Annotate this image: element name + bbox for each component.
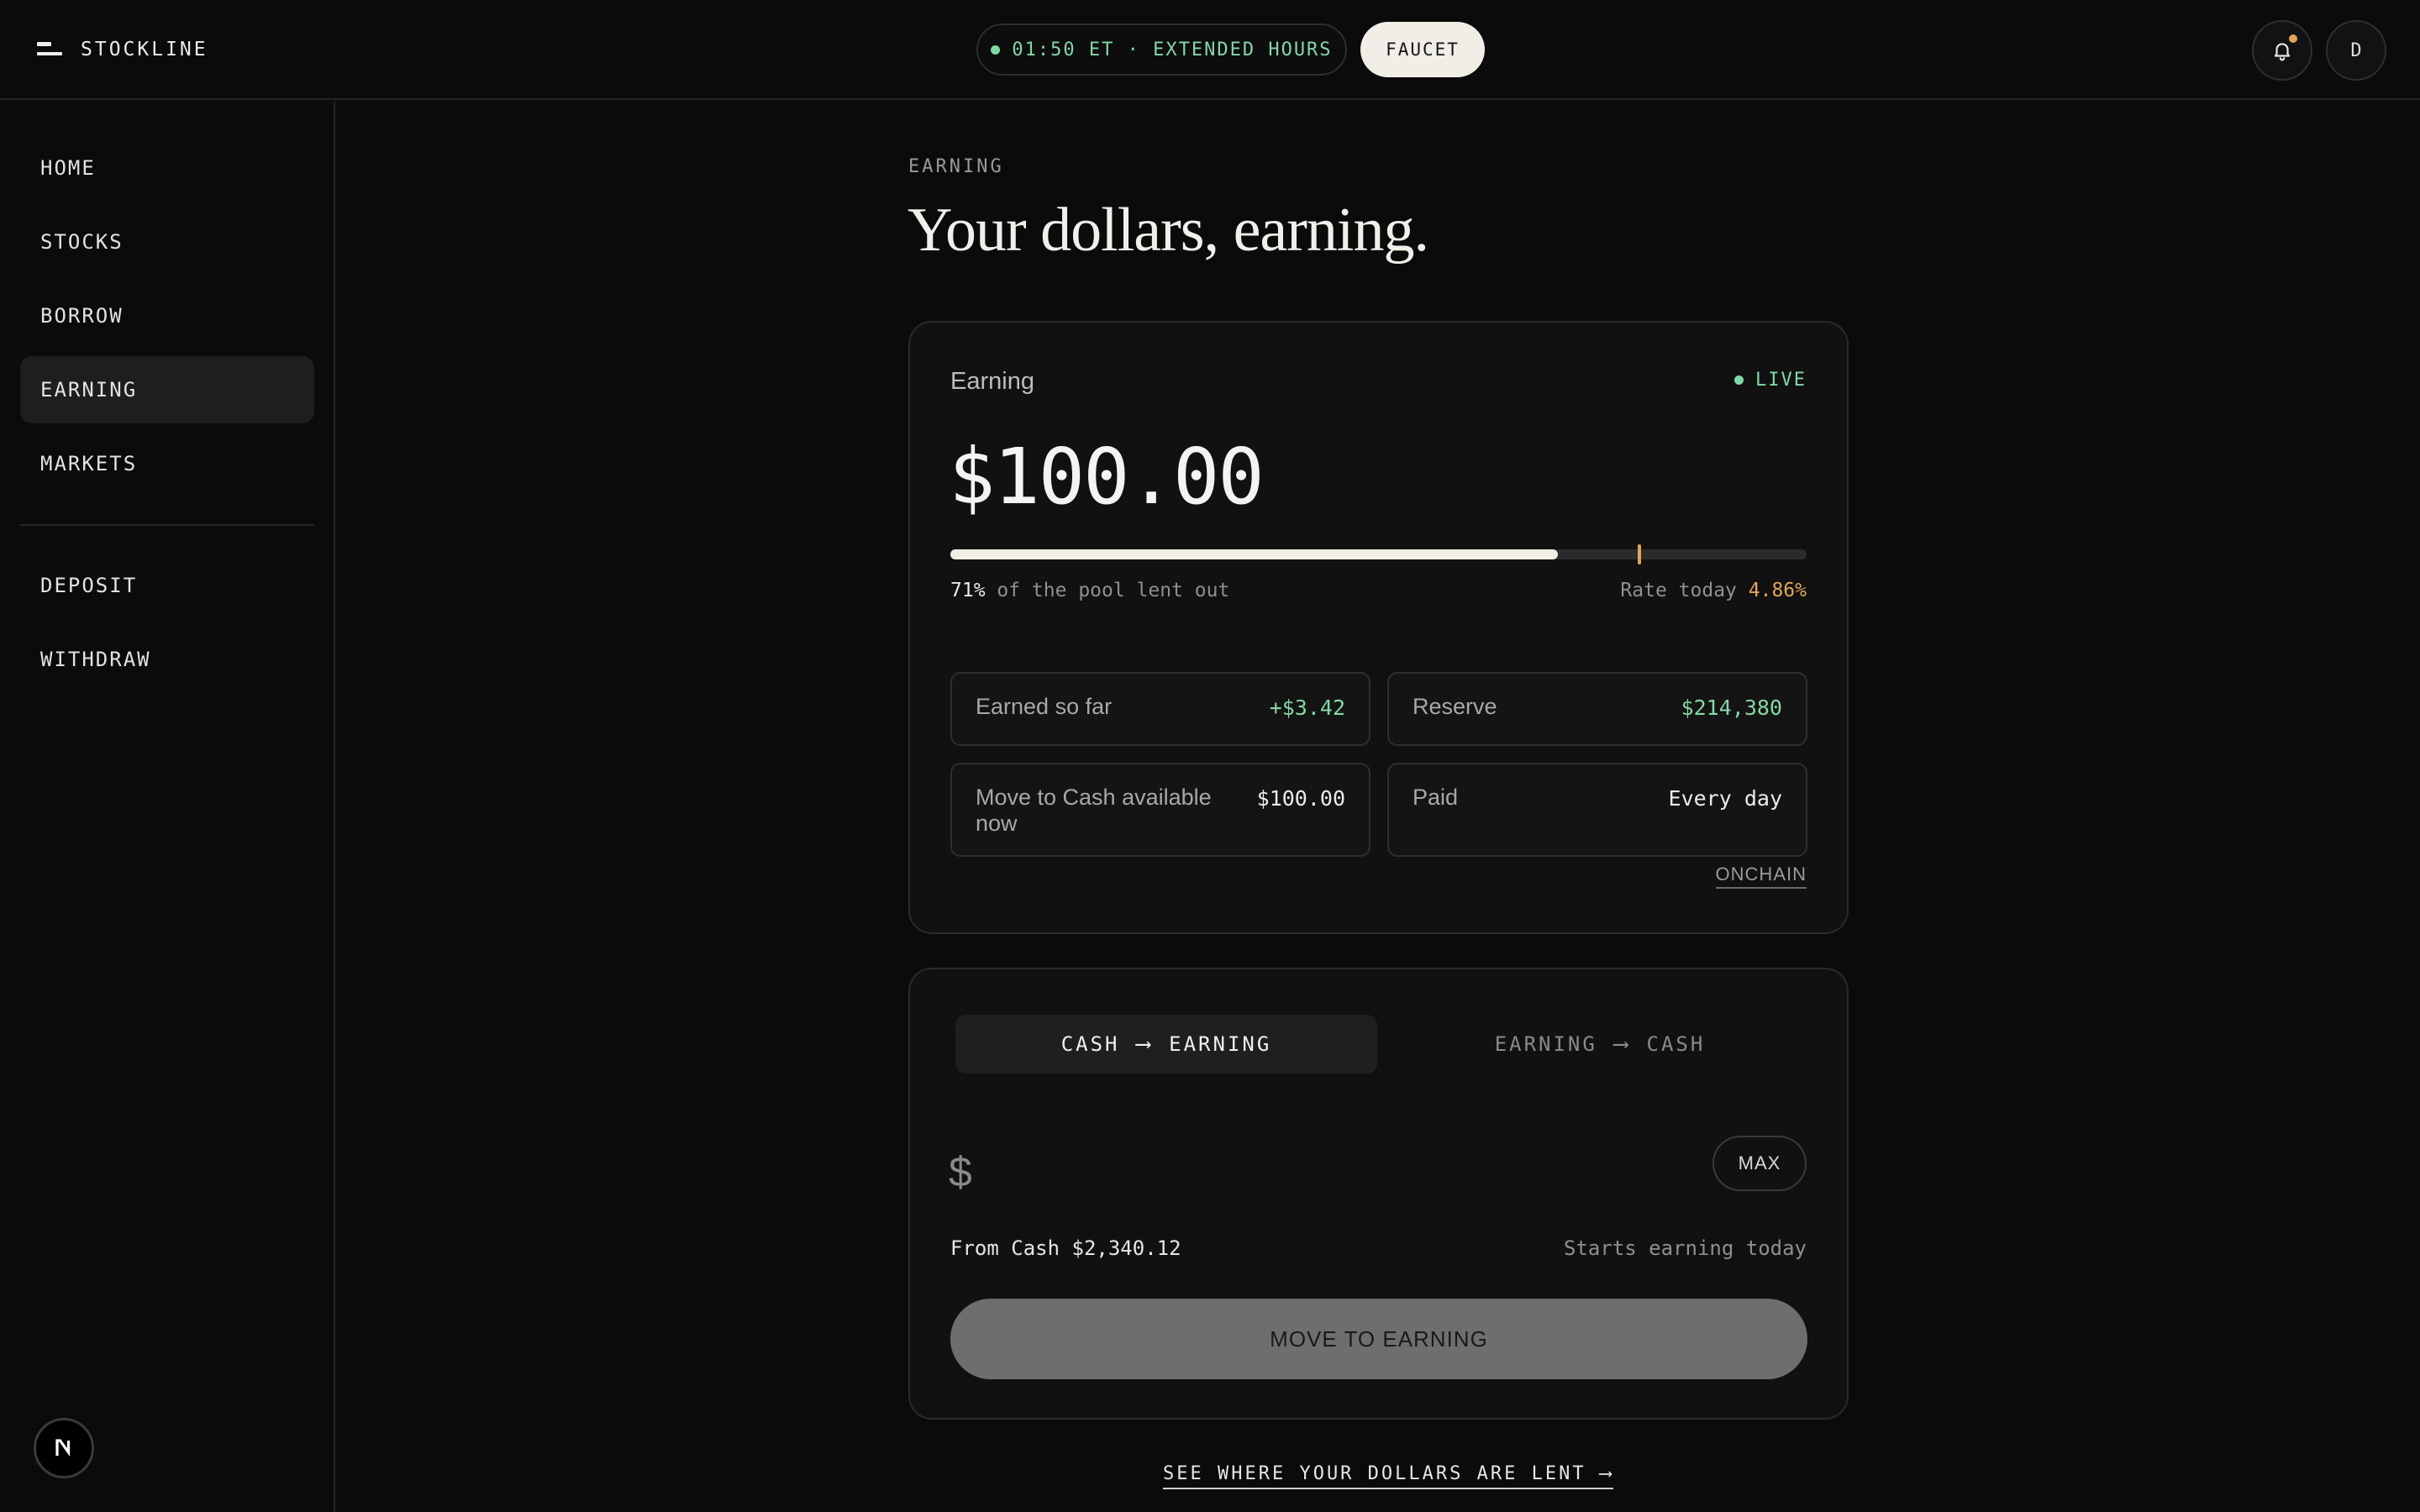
faucet-button[interactable]: FAUCET [1360, 22, 1485, 77]
sidebar-divider [20, 524, 314, 526]
stockline-logo-icon [37, 42, 62, 57]
sidebar-item-home[interactable]: HOME [20, 134, 314, 202]
onchain-link[interactable]: ONCHAIN [1715, 864, 1807, 889]
brand[interactable]: STOCKLINE [37, 34, 208, 66]
rate-today: Rate today 4.86% [1620, 580, 1807, 601]
session-status-text: 01:50 ET · EXTENDED HOURS [1012, 39, 1333, 60]
stat-label: Paid [1413, 785, 1459, 810]
stat-label: Move to Cash available now [976, 785, 1212, 836]
utilization-fill [950, 549, 1559, 559]
sidebar-item-earning[interactable]: EARNING [20, 356, 314, 423]
stat-paid: Paid Every day [1387, 763, 1807, 857]
live-label: LIVE [1755, 370, 1807, 391]
stat-reserve: Reserve $214,380 [1387, 672, 1807, 746]
page-eyebrow: EARNING [908, 156, 1004, 177]
stat-label: Reserve [1413, 694, 1497, 719]
see-where-lent-link[interactable]: SEE WHERE YOUR DOLLARS ARE LENT ⟶ [1163, 1463, 1614, 1489]
transfer-card: CASH ⟶ EARNING EARNING ⟶ CASH $ MAX From… [908, 968, 1849, 1420]
status-dot-icon [991, 45, 1001, 55]
tab-to: CASH [1646, 1032, 1706, 1056]
sidebar-item-markets[interactable]: MARKETS [20, 430, 314, 497]
amount-input[interactable]: $ [949, 1147, 972, 1196]
arrow-right-icon: ⟶ [1613, 1032, 1630, 1057]
notifications-button[interactable] [2252, 20, 2312, 81]
sidebar: HOME STOCKS BORROW EARNING MARKETS DEPOS… [0, 101, 335, 1512]
earning-balance: $100.00 [949, 432, 1265, 522]
live-dot-icon [1734, 375, 1744, 385]
max-button[interactable]: MAX [1712, 1136, 1807, 1191]
sidebar-item-borrow[interactable]: BORROW [20, 282, 314, 349]
avatar[interactable]: D [2326, 20, 2386, 81]
rate-value: 4.86% [1748, 580, 1807, 601]
tab-earning-to-cash[interactable]: EARNING ⟶ CASH [1389, 1015, 1811, 1074]
tab-to: EARNING [1169, 1032, 1272, 1056]
live-indicator: LIVE [1734, 370, 1807, 391]
card-label: Earning [950, 368, 1034, 395]
stat-earned: Earned so far +$3.42 [950, 672, 1370, 746]
top-bar: STOCKLINE 01:50 ET · EXTENDED HOURS FAUC… [0, 0, 2420, 100]
tab-from: CASH [1060, 1032, 1120, 1056]
earning-summary-card: Earning LIVE $100.00 71% of the pool len… [908, 321, 1849, 934]
stat-value: +$3.42 [1269, 696, 1345, 720]
pool-text: of the pool lent out [985, 580, 1230, 601]
stat-move-to-cash: Move to Cash available now $100.00 [950, 763, 1370, 857]
rate-label: Rate today [1620, 580, 1749, 601]
sidebar-item-withdraw[interactable]: WITHDRAW [20, 626, 314, 693]
rate-marker [1638, 544, 1642, 564]
sidebar-item-deposit[interactable]: DEPOSIT [20, 552, 314, 619]
market-session-status: 01:50 ET · EXTENDED HOURS [976, 24, 1347, 76]
stat-value: $214,380 [1681, 696, 1782, 720]
arrow-right-icon: ⟶ [1136, 1032, 1153, 1057]
bell-icon [2274, 43, 2291, 61]
utilization-bar [950, 544, 1807, 564]
from-cash-balance: From Cash $2,340.12 [950, 1236, 1181, 1260]
stat-label: Earned so far [976, 694, 1113, 719]
sidebar-item-stocks[interactable]: STOCKS [20, 208, 314, 276]
stat-value: $100.00 [1256, 786, 1345, 811]
brand-name: STOCKLINE [81, 39, 208, 60]
stat-value: Every day [1668, 786, 1782, 811]
tab-cash-to-earning[interactable]: CASH ⟶ EARNING [955, 1015, 1377, 1074]
notification-dot [2289, 34, 2297, 43]
pool-percent: 71% [950, 580, 986, 601]
tab-from: EARNING [1494, 1032, 1597, 1056]
page-title: Your dollars, earning. [908, 196, 1429, 265]
starts-earning-text: Starts earning today [1564, 1236, 1807, 1260]
pool-lent-text: 71% of the pool lent out [950, 580, 1229, 601]
move-to-earning-button[interactable]: MOVE TO EARNING [950, 1299, 1807, 1379]
n-logo-icon[interactable] [34, 1418, 94, 1478]
